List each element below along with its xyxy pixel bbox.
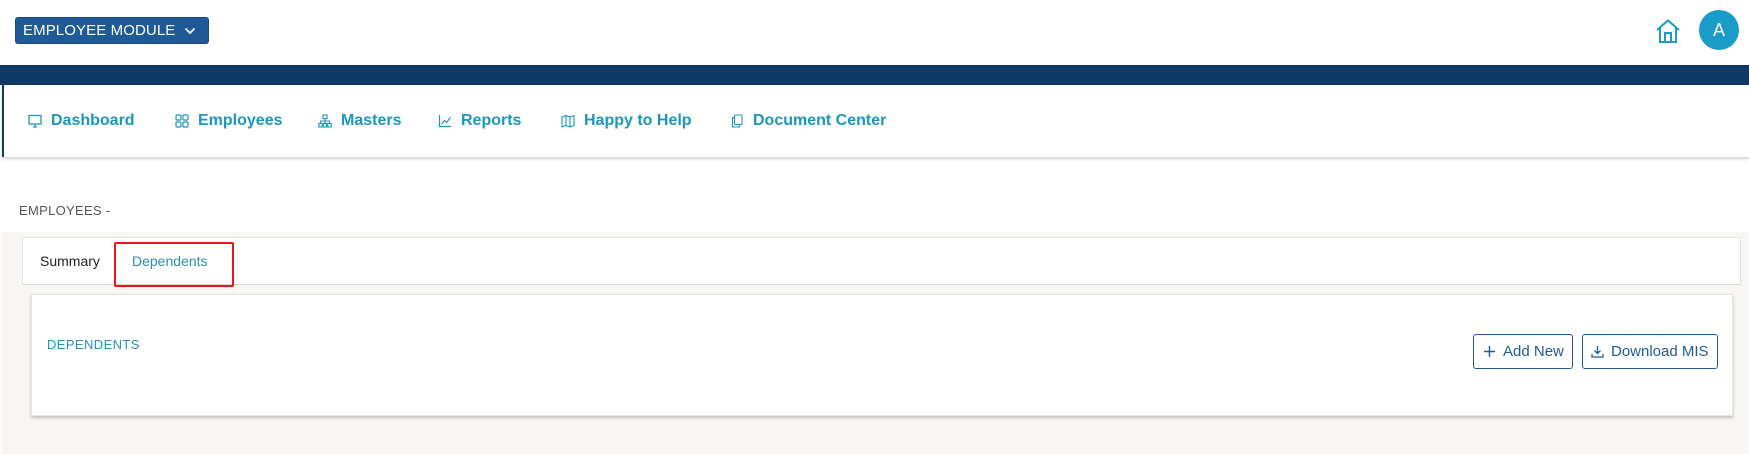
nav-item-label: Masters — [341, 112, 402, 129]
module-selector-label: EMPLOYEE MODULE — [23, 22, 176, 39]
nav-item-document-center[interactable]: Document Center — [730, 85, 886, 157]
add-new-button[interactable]: Add New — [1473, 334, 1573, 369]
grid-icon — [175, 114, 189, 128]
nav-item-reports[interactable]: Reports — [438, 85, 521, 157]
download-icon — [1591, 346, 1604, 358]
nav-item-label: Dashboard — [51, 112, 135, 129]
highlight-annotation — [114, 242, 234, 287]
add-new-label: Add New — [1503, 343, 1564, 360]
top-bar: EMPLOYEE MODULE A — [0, 0, 1749, 65]
line-chart-icon — [438, 115, 451, 128]
nav-item-label: Employees — [198, 112, 283, 129]
plus-icon — [1484, 346, 1495, 357]
avatar-initial: A — [1712, 19, 1725, 40]
hierarchy-icon — [318, 114, 332, 128]
brand-band — [0, 65, 1749, 85]
tab-bar: Summary Dependents — [22, 237, 1741, 285]
content-header — [2, 176, 1749, 232]
download-mis-label: Download MIS — [1611, 343, 1709, 360]
chevron-down-icon — [184, 27, 196, 35]
nav-item-label: Document Center — [753, 112, 887, 129]
nav-item-dashboard[interactable]: Dashboard — [28, 85, 135, 157]
monitor-icon — [28, 114, 42, 128]
home-icon[interactable] — [1654, 17, 1682, 45]
map-icon — [561, 114, 575, 128]
documents-icon — [731, 114, 743, 128]
dependents-card: DEPENDENTS Add New Download MIS — [31, 294, 1733, 416]
nav-item-masters[interactable]: Masters — [318, 85, 401, 157]
section-title: DEPENDENTS — [47, 337, 140, 352]
app-root: EMPLOYEE MODULE A Dashboard Employees Ma… — [0, 0, 1749, 454]
user-avatar[interactable]: A — [1699, 10, 1739, 50]
breadcrumb: EMPLOYEES - — [19, 203, 111, 218]
main-nav: Dashboard Employees Masters Reports Happ… — [2, 85, 1749, 157]
download-mis-button[interactable]: Download MIS — [1582, 334, 1718, 369]
nav-item-employees[interactable]: Employees — [175, 85, 282, 157]
nav-item-happy-to-help[interactable]: Happy to Help — [561, 85, 692, 157]
nav-item-label: Reports — [461, 112, 522, 129]
module-selector-dropdown[interactable]: EMPLOYEE MODULE — [15, 17, 209, 44]
tab-summary[interactable]: Summary — [40, 238, 100, 284]
nav-item-label: Happy to Help — [584, 112, 692, 129]
